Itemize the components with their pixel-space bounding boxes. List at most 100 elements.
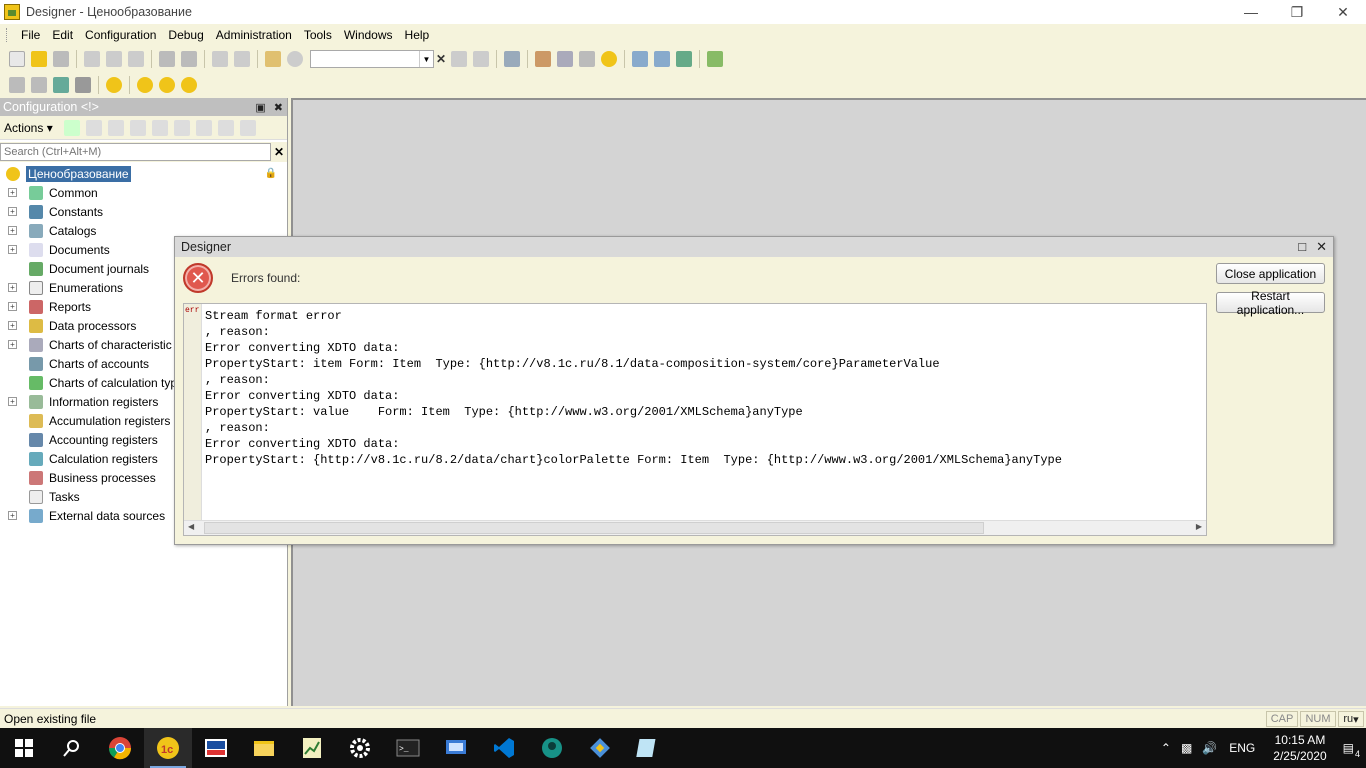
- update-config-icon[interactable]: [676, 51, 692, 67]
- git-taskbar-icon[interactable]: [576, 728, 624, 768]
- find-previous-icon[interactable]: [473, 51, 489, 67]
- redo-icon[interactable]: [234, 51, 250, 67]
- pin-icon[interactable]: ▣: [255, 101, 265, 114]
- help-content-icon[interactable]: [579, 51, 595, 67]
- error-log[interactable]: err Stream format error , reason: Error …: [183, 303, 1207, 536]
- database-update-icon[interactable]: [53, 77, 69, 93]
- menu-file[interactable]: File: [15, 28, 46, 42]
- save-icon[interactable]: [53, 51, 69, 67]
- horizontal-scrollbar[interactable]: ◀ ▶: [184, 520, 1206, 535]
- chevron-up-icon[interactable]: ⌃: [1161, 741, 1171, 755]
- tree-item-common[interactable]: + Common: [0, 183, 287, 202]
- paste-icon[interactable]: [128, 51, 144, 67]
- menu-debug[interactable]: Debug: [162, 28, 209, 42]
- config-open-icon[interactable]: [9, 77, 25, 93]
- clear-search-icon[interactable]: ✕: [434, 51, 448, 67]
- add-icon[interactable]: [63, 119, 80, 136]
- maximize-icon[interactable]: □: [1298, 239, 1306, 255]
- vnc-taskbar-icon[interactable]: [192, 728, 240, 768]
- table-icon[interactable]: [75, 77, 91, 93]
- clear-search-icon[interactable]: ✕: [271, 145, 287, 159]
- tree-item-constants[interactable]: + Constants: [0, 202, 287, 221]
- minimize-button[interactable]: —: [1228, 0, 1274, 24]
- start-debugging-icon[interactable]: [106, 77, 122, 93]
- find-in-files-icon[interactable]: [265, 51, 281, 67]
- print-preview-icon[interactable]: [181, 51, 197, 67]
- find-next-icon[interactable]: [451, 51, 467, 67]
- search-input[interactable]: [0, 143, 271, 161]
- run-enterprise-icon[interactable]: [137, 77, 153, 93]
- menu-administration[interactable]: Administration: [210, 28, 298, 42]
- panel-close-icon[interactable]: ✖: [274, 101, 283, 114]
- undo-icon[interactable]: [212, 51, 228, 67]
- notifications-icon[interactable]: ▤ 4: [1343, 741, 1360, 759]
- terminal-taskbar-icon[interactable]: >_: [384, 728, 432, 768]
- copy-item-icon[interactable]: [107, 119, 124, 136]
- start-button[interactable]: [0, 728, 48, 768]
- scroll-thumb[interactable]: [204, 522, 984, 534]
- search-icon[interactable]: [287, 51, 303, 67]
- print-icon[interactable]: [159, 51, 175, 67]
- copy-icon[interactable]: [106, 51, 122, 67]
- gitkraken-taskbar-icon[interactable]: [528, 728, 576, 768]
- clear-filter-icon[interactable]: [239, 119, 256, 136]
- expand-icon[interactable]: +: [8, 302, 17, 311]
- help-search-icon[interactable]: [557, 51, 573, 67]
- explorer-taskbar-icon[interactable]: [240, 728, 288, 768]
- vscode-taskbar-icon[interactable]: [480, 728, 528, 768]
- expand-icon[interactable]: +: [8, 226, 17, 235]
- syntax-assistant-icon[interactable]: [535, 51, 551, 67]
- clock[interactable]: 10:15 AM 2/25/2020: [1273, 732, 1326, 764]
- merge-icon[interactable]: [654, 51, 670, 67]
- 1c-designer-taskbar-icon[interactable]: 1c: [144, 728, 192, 768]
- move-up-icon[interactable]: [151, 119, 168, 136]
- windows-icon[interactable]: [504, 51, 520, 67]
- move-down-icon[interactable]: [173, 119, 190, 136]
- expand-icon[interactable]: +: [8, 511, 17, 520]
- input-language[interactable]: ENG: [1229, 741, 1255, 755]
- remote-desktop-taskbar-icon[interactable]: [432, 728, 480, 768]
- expand-icon[interactable]: +: [8, 283, 17, 292]
- new-icon[interactable]: [9, 51, 25, 67]
- settings-taskbar-icon[interactable]: [336, 728, 384, 768]
- search-button[interactable]: [48, 728, 96, 768]
- delete-icon[interactable]: [129, 119, 146, 136]
- expand-icon[interactable]: +: [8, 340, 17, 349]
- repository-icon[interactable]: [707, 51, 723, 67]
- chrome-taskbar-icon[interactable]: [96, 728, 144, 768]
- menu-windows[interactable]: Windows: [338, 28, 399, 42]
- chevron-down-icon[interactable]: ▼: [419, 51, 433, 67]
- cut-icon[interactable]: [84, 51, 100, 67]
- volume-icon[interactable]: 🔊: [1202, 741, 1217, 755]
- scroll-right-icon[interactable]: ▶: [1196, 522, 1202, 531]
- menu-configuration[interactable]: Configuration: [79, 28, 162, 42]
- notes-taskbar-icon[interactable]: [624, 728, 672, 768]
- menu-edit[interactable]: Edit: [46, 28, 79, 42]
- spreadsheet-taskbar-icon[interactable]: [288, 728, 336, 768]
- scroll-left-icon[interactable]: ◀: [188, 522, 194, 531]
- close-application-button[interactable]: Close application: [1216, 263, 1325, 284]
- menu-tools[interactable]: Tools: [298, 28, 338, 42]
- network-icon[interactable]: ▩: [1181, 741, 1192, 755]
- expand-icon[interactable]: +: [8, 207, 17, 216]
- close-window-button[interactable]: ✕: [1320, 0, 1366, 24]
- actions-menu[interactable]: Actions ▾: [4, 121, 53, 135]
- expand-icon[interactable]: +: [8, 397, 17, 406]
- dialog-close-icon[interactable]: ✕: [1316, 239, 1327, 255]
- sort-icon[interactable]: [195, 119, 212, 136]
- run-thin-client-icon[interactable]: [159, 77, 175, 93]
- expand-icon[interactable]: +: [8, 245, 17, 254]
- config-close-icon[interactable]: [31, 77, 47, 93]
- expand-icon[interactable]: +: [8, 321, 17, 330]
- filter-icon[interactable]: [217, 119, 234, 136]
- restart-application-button[interactable]: Restart application...: [1216, 289, 1325, 317]
- restore-button[interactable]: ❐: [1274, 0, 1320, 24]
- search-combo[interactable]: ▼: [310, 50, 434, 68]
- edit-icon[interactable]: [85, 119, 102, 136]
- error-log-text[interactable]: Stream format error , reason: Error conv…: [205, 308, 1062, 468]
- run-web-client-icon[interactable]: [181, 77, 197, 93]
- language-selector[interactable]: ru ▾: [1338, 711, 1364, 727]
- expand-icon[interactable]: +: [8, 188, 17, 197]
- open-icon[interactable]: [31, 51, 47, 67]
- compare-icon[interactable]: [632, 51, 648, 67]
